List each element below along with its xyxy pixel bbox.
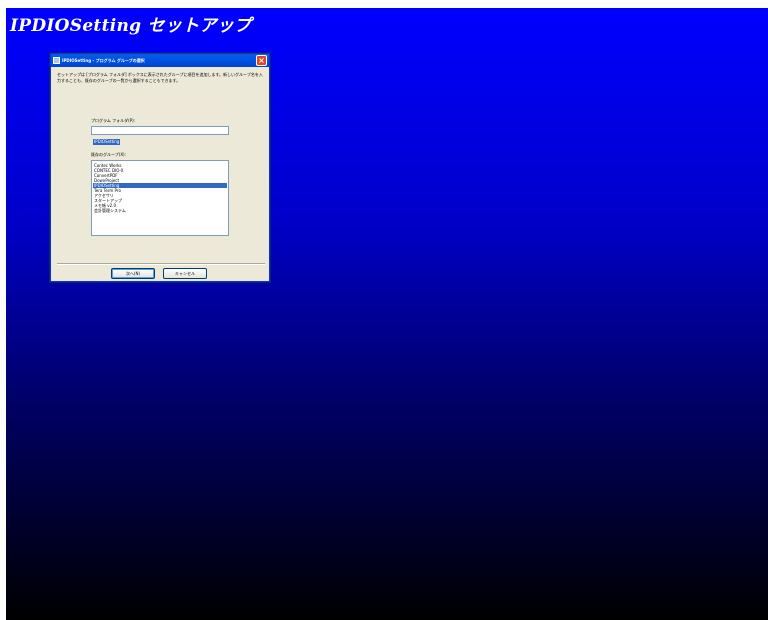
dialog-titlebar[interactable]: IPDIOSetting - プログラム グループの選択 ×	[51, 54, 269, 67]
cancel-button[interactable]: キャンセル	[163, 268, 207, 279]
app-icon	[53, 57, 60, 64]
existing-groups-list[interactable]: Contec Works CONTEC DIO-X ConvertPDF Dow…	[91, 160, 229, 236]
close-icon[interactable]: ×	[256, 55, 267, 66]
setup-background: IPDIOSetting セットアップ IPDIOSetting - プログラム…	[6, 8, 768, 620]
next-button[interactable]: 次へ(N)	[111, 268, 155, 279]
program-folder-input[interactable]: IPDIOSetting	[91, 126, 229, 145]
dialog-description: セットアップは [プログラム フォルダ] ボックスに表示されたグループに項目を追…	[57, 72, 263, 83]
existing-groups-label: 既存のグループ(X):	[91, 152, 126, 157]
program-group-dialog: IPDIOSetting - プログラム グループの選択 × セットアップは […	[50, 53, 270, 282]
dialog-title: IPDIOSetting - プログラム グループの選択	[62, 58, 145, 63]
divider	[57, 263, 265, 265]
program-folder-value: IPDIOSetting	[93, 139, 121, 145]
folder-label: プログラム フォルダ(P):	[91, 118, 136, 123]
setup-title: IPDIOSetting セットアップ	[10, 16, 252, 36]
list-item[interactable]: 会計管理システム	[93, 208, 227, 213]
